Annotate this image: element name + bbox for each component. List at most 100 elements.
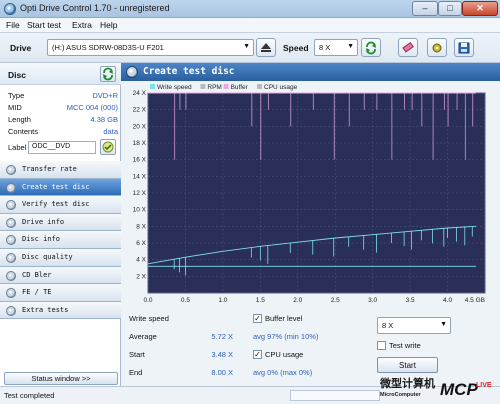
maximize-button[interactable]: □	[438, 1, 462, 16]
y-tick-label: 2 X	[136, 273, 146, 280]
panel-title: Create test disc	[143, 66, 235, 77]
buffer-avg-value: avg 97% (min 10%)	[253, 332, 319, 341]
eraser-icon	[402, 41, 414, 53]
start-label: Start	[129, 350, 145, 359]
nav-label: Disc quality	[22, 252, 73, 261]
y-tick-label: 14 X	[133, 173, 147, 180]
x-tick-label: 2.5	[331, 297, 340, 304]
main-panel: Create test disc Write speed RPM Buffer CPU…	[121, 63, 500, 386]
nav-drive-info[interactable]: Drive info	[0, 213, 121, 232]
window-title: Opti Drive Control 1.70 - unregistered	[20, 3, 170, 13]
legend-swatch	[200, 84, 206, 89]
nav-create-test-disc[interactable]: Create test disc	[0, 178, 121, 197]
eject-icon	[261, 43, 271, 52]
cpu-usage-checkbox[interactable]: ✓	[253, 350, 262, 359]
refresh-disc-button[interactable]	[100, 66, 116, 82]
menu-help[interactable]: Help	[100, 20, 117, 30]
eject-button[interactable]	[256, 38, 276, 57]
nav-label: Transfer rate	[22, 165, 77, 173]
info-value: data	[103, 127, 118, 136]
cpu-avg-value: avg 0% (max 0%)	[253, 368, 313, 377]
legend-entry: RPM	[207, 84, 221, 91]
disc-label-field[interactable]: ODC__DVD	[28, 141, 96, 154]
start-button[interactable]: Start	[377, 357, 438, 373]
minimize-button[interactable]: –	[412, 1, 438, 16]
save-button[interactable]	[454, 38, 474, 57]
nav-label: Verify test disc	[22, 200, 90, 209]
svg-text:微型计算机: 微型计算机	[379, 376, 435, 390]
nav-label: FE / TE	[22, 288, 52, 297]
write-speed-chart: Write speed RPM Buffer CPU usage 0.0 0.5 1.0 1.…	[133, 84, 486, 304]
mcplive-logo: 微型计算机 MicroComputer MCP LIVE	[379, 376, 492, 399]
refresh-speed-button[interactable]	[361, 38, 381, 57]
x-tick-label: 2.0	[293, 297, 302, 304]
write-speed-label: Write speed	[129, 314, 169, 323]
toolbar: Drive (H:) ASUS SDRW-08D3S-U F201 ▼ Spee…	[0, 33, 500, 63]
x-tick-label: 4.0	[443, 297, 452, 304]
status-text: Test completed	[4, 391, 55, 400]
menu-extra[interactable]: Extra	[72, 20, 92, 30]
write-speed-select[interactable]: 8 X ▼	[377, 317, 451, 334]
disc-header: Disc	[0, 63, 121, 85]
legend-entry: Buffer	[231, 84, 249, 91]
apply-label-button[interactable]	[100, 139, 116, 155]
menu-file[interactable]: File	[6, 20, 20, 30]
erase-button[interactable]	[398, 38, 418, 57]
disc-icon	[6, 305, 16, 316]
nav-extra-tests[interactable]: Extra tests	[0, 301, 121, 320]
speed-label: Speed	[283, 43, 309, 53]
panel-header: Create test disc	[121, 63, 500, 81]
info-value: 4.38 GB	[90, 115, 118, 124]
menu-bar: File Start test Extra Help	[0, 18, 500, 33]
status-scrollbar[interactable]	[290, 390, 380, 401]
start-value: 3.48 X	[211, 350, 233, 359]
average-label: Average	[129, 332, 157, 341]
nav-fe-te[interactable]: FE / TE	[0, 284, 121, 302]
svg-text:MCP: MCP	[440, 380, 478, 399]
drive-label: Drive	[10, 43, 32, 53]
menu-start-test[interactable]: Start test	[27, 20, 61, 30]
y-tick-label: 22 X	[133, 107, 147, 114]
buffer-level-label: Buffer level	[265, 314, 303, 323]
buffer-level-checkbox[interactable]: ✓	[253, 314, 262, 323]
y-tick-label: 20 X	[133, 123, 147, 130]
x-tick-label: 4.5 GB	[465, 297, 485, 304]
nav-list: Transfer rate Create test disc Verify te…	[0, 161, 121, 320]
end-value: 8.00 X	[211, 368, 233, 377]
label-key: Label	[8, 143, 27, 152]
info-value: MCC 004 (000)	[66, 103, 118, 112]
legend-swatch	[150, 84, 155, 89]
y-tick-label: 4 X	[136, 257, 146, 264]
nav-label: CD Bler	[22, 270, 52, 279]
status-window-button[interactable]: Status window >>	[4, 372, 118, 385]
drive-select-value: (H:) ASUS SDRW-08D3S-U F201	[52, 43, 164, 52]
watermark-logo: 微型计算机 MicroComputer MCP LIVE	[378, 374, 496, 402]
average-value: 5.72 X	[211, 332, 233, 341]
x-tick-label: 3.0	[368, 297, 377, 304]
nav-disc-quality[interactable]: Disc quality	[0, 248, 121, 267]
write-speed-select-value: 8 X	[382, 321, 394, 330]
settings-button[interactable]	[427, 38, 447, 57]
legend-entry: Write speed	[157, 84, 192, 91]
chevron-down-icon: ▼	[243, 43, 250, 50]
test-write-checkbox[interactable]	[377, 341, 386, 350]
x-tick-label: 0.5	[181, 297, 190, 304]
refresh-icon	[103, 67, 113, 81]
disc-icon	[6, 252, 16, 263]
disc-icon	[6, 217, 16, 228]
drive-select[interactable]: (H:) ASUS SDRW-08D3S-U F201 ▼	[47, 39, 254, 56]
nav-verify-test-disc[interactable]: Verify test disc	[0, 196, 121, 214]
nav-label: Create test disc	[22, 182, 90, 191]
y-tick-label: 6 X	[136, 240, 146, 247]
nav-label: Drive info	[22, 217, 65, 226]
save-icon	[458, 42, 470, 54]
legend-entry: CPU usage	[264, 84, 298, 91]
nav-disc-info[interactable]: Disc info	[0, 231, 121, 249]
y-tick-label: 16 X	[133, 157, 147, 164]
tools-icon	[432, 43, 442, 53]
speed-select[interactable]: 8 X ▼	[314, 39, 358, 56]
nav-transfer-rate[interactable]: Transfer rate	[0, 161, 121, 179]
nav-cd-bler[interactable]: CD Bler	[0, 266, 121, 285]
disc-icon	[6, 182, 16, 193]
close-button[interactable]: ✕	[462, 1, 498, 16]
